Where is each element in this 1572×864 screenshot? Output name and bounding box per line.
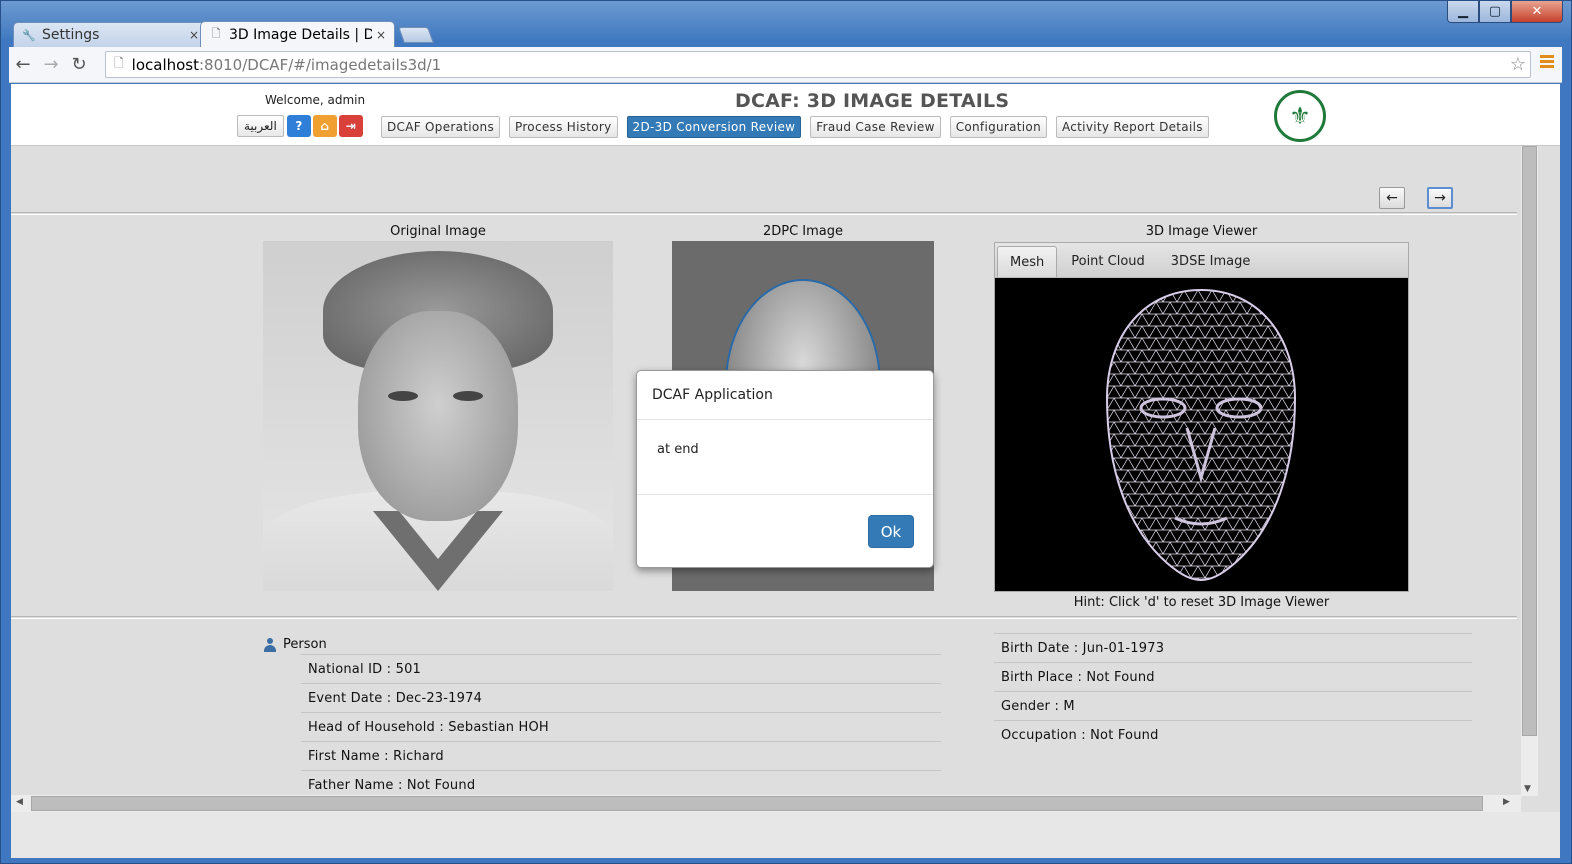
tab-strip: 🔧 Settings × 🗋 3D Image Details | D × <box>13 21 434 47</box>
person-section-heading: Person <box>263 637 327 652</box>
close-icon[interactable]: × <box>189 28 199 42</box>
help-icon[interactable]: ? <box>286 115 311 137</box>
divider <box>11 616 1517 619</box>
logout-icon[interactable]: ⇥ <box>338 115 363 137</box>
divider <box>11 212 1517 215</box>
vertical-scrollbar[interactable]: ▼ <box>1521 146 1538 796</box>
nav-activity-report-details[interactable]: Activity Report Details <box>1055 116 1209 138</box>
tab-3dse-image[interactable]: 3DSE Image <box>1159 246 1263 277</box>
field-national-id: National ID : 501 <box>301 654 941 683</box>
menu-icon[interactable] <box>1540 55 1554 70</box>
field-birth-place: Birth Place : Not Found <box>994 662 1472 691</box>
main-nav: DCAF Operations Process History 2D-3D Co… <box>381 116 1218 138</box>
field-birth-date: Birth Date : Jun-01-1973 <box>994 633 1472 662</box>
language-button[interactable]: العربية <box>237 115 284 137</box>
welcome-text: Welcome, admin <box>265 93 366 107</box>
emblem-logo: ⚜ <box>1274 90 1326 142</box>
scroll-right-icon[interactable]: ▶ <box>1503 797 1510 807</box>
tab-title: Settings <box>42 27 100 43</box>
nav-process-history[interactable]: Process History <box>509 116 618 138</box>
tab-3d-image-details[interactable]: 🗋 3D Image Details | D × <box>200 21 395 47</box>
original-image-caption: Original Image <box>390 224 486 239</box>
next-button[interactable]: → <box>1427 187 1453 209</box>
maximize-icon[interactable]: ▢ <box>1479 1 1511 23</box>
scroll-down-icon[interactable]: ▼ <box>1524 784 1531 794</box>
page-title: DCAF: 3D IMAGE DETAILS <box>735 90 1010 112</box>
page-icon: 🗋 <box>114 56 124 70</box>
tab-mesh[interactable]: Mesh <box>997 246 1058 277</box>
app-header: Welcome, admin DCAF: 3D IMAGE DETAILS ال… <box>11 84 1560 146</box>
3d-viewer-caption: 3D Image Viewer <box>1145 224 1258 239</box>
tab-title: 3D Image Details | D <box>229 26 372 43</box>
3d-image-viewer: Mesh Point Cloud 3DSE Image <box>994 242 1409 592</box>
page-content: Welcome, admin DCAF: 3D IMAGE DETAILS ال… <box>11 84 1560 858</box>
dialog-title: DCAF Application <box>637 371 933 420</box>
page-footer-area <box>11 812 1560 858</box>
wrench-icon: 🔧 <box>22 28 36 42</box>
header-actions: العربية ? ⌂ ⇥ <box>237 115 365 137</box>
nav-configuration[interactable]: Configuration <box>949 116 1047 138</box>
ok-button[interactable]: Ok <box>868 515 914 548</box>
person-heading-label: Person <box>283 637 327 652</box>
mesh-canvas[interactable] <box>995 278 1408 591</box>
url-host: localhost <box>131 55 199 74</box>
tab-settings[interactable]: 🔧 Settings × <box>13 22 208 47</box>
alert-dialog: DCAF Application at end Ok <box>636 370 934 568</box>
star-icon[interactable]: ☆ <box>1510 54 1526 75</box>
nav-dcaf-operations[interactable]: DCAF Operations <box>381 116 501 138</box>
browser-window: ▁ ▢ ✕ 🔧 Settings × 🗋 3D Image Details | … <box>0 0 1572 864</box>
original-image <box>263 241 613 591</box>
2dpc-image-caption: 2DPC Image <box>762 224 844 239</box>
arrow-left-icon[interactable]: ← <box>1379 187 1405 209</box>
field-gender: Gender : M <box>994 691 1472 720</box>
back-arrow-icon[interactable]: ← <box>9 51 37 79</box>
field-head-of-household: Head of Household : Sebastian HOH <box>301 712 941 741</box>
dialog-message: at end <box>637 420 933 495</box>
browser-toolbar: ← → ↻ 🗋 localhost:8010/DCAF/#/imagedetai… <box>9 47 1562 83</box>
nav-fraud-case-review[interactable]: Fraud Case Review <box>810 116 941 138</box>
minimize-icon[interactable]: ▁ <box>1447 1 1479 23</box>
close-icon[interactable]: ✕ <box>1511 1 1563 23</box>
face-mesh-graphic <box>1105 288 1297 582</box>
viewer-tabs: Mesh Point Cloud 3DSE Image <box>995 243 1408 278</box>
person-icon <box>263 637 277 652</box>
nav-2d-3d-conversion-review[interactable]: 2D-3D Conversion Review <box>626 116 802 138</box>
dialog-footer: Ok <box>637 495 933 567</box>
person-details-left: National ID : 501 Event Date : Dec-23-19… <box>301 654 941 799</box>
scroll-left-icon[interactable]: ◀ <box>16 797 23 807</box>
horizontal-scrollbar[interactable]: ◀ ▶ <box>11 795 1521 812</box>
field-first-name: First Name : Richard <box>301 741 941 770</box>
page-icon: 🗋 <box>211 27 221 40</box>
prev-button[interactable]: ← <box>1379 187 1405 209</box>
close-icon[interactable]: × <box>376 28 386 42</box>
reload-icon[interactable]: ↻ <box>65 51 93 79</box>
arrow-right-icon[interactable]: → <box>1427 187 1453 209</box>
scrollbar-thumb[interactable] <box>1522 146 1537 736</box>
address-bar[interactable]: 🗋 localhost:8010/DCAF/#/imagedetails3d/1… <box>105 51 1531 78</box>
viewer-hint: Hint: Click 'd' to reset 3D Image Viewer <box>1073 595 1330 610</box>
field-occupation: Occupation : Not Found <box>994 720 1472 749</box>
tab-point-cloud[interactable]: Point Cloud <box>1059 246 1157 277</box>
window-controls: ▁ ▢ ✕ <box>1447 1 1563 23</box>
home-icon[interactable]: ⌂ <box>312 115 337 137</box>
forward-arrow-icon[interactable]: → <box>37 51 65 79</box>
scrollbar-thumb[interactable] <box>31 796 1483 811</box>
url-path: :8010/DCAF/#/imagedetails3d/1 <box>199 55 442 74</box>
new-tab-button[interactable] <box>398 27 434 43</box>
field-event-date: Event Date : Dec-23-1974 <box>301 683 941 712</box>
person-details-right: Birth Date : Jun-01-1973 Birth Place : N… <box>994 633 1472 749</box>
